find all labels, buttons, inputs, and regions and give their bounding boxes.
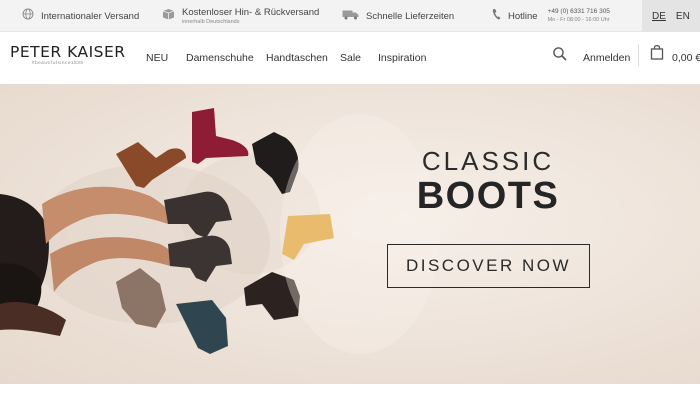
service-free-returns-sub: innerhalb Deutschlands <box>182 19 240 25</box>
hotline[interactable]: Hotline +49 (0) 6331 716 305 Mo - Fr 08:… <box>492 0 610 32</box>
nav-item-handtaschen[interactable]: Handtaschen <box>266 32 328 84</box>
service-international-label: Internationaler Versand <box>41 10 140 22</box>
globe-icon <box>22 7 34 25</box>
search-icon[interactable] <box>552 46 568 62</box>
main-header: PETER KAISER #beautifulsince1838 NEU Dam… <box>0 32 700 84</box>
hero-banner[interactable]: CLASSIC BOOTS DISCOVER NOW <box>0 84 700 384</box>
truck-icon <box>342 7 359 25</box>
lang-de[interactable]: DE <box>652 11 666 22</box>
service-free-returns-label: Kostenloser Hin- & Rückversand <box>182 7 320 18</box>
service-fast-delivery: Schnelle Lieferzeiten <box>342 0 454 32</box>
hotline-number[interactable]: +49 (0) 6331 716 305 <box>548 8 610 15</box>
hero-headline-line2: BOOTS <box>416 175 560 217</box>
shopping-bag-icon[interactable] <box>650 44 664 60</box>
service-bar: Internationaler Versand Kostenloser Hin-… <box>0 0 700 32</box>
package-icon <box>162 7 175 25</box>
login-link[interactable]: Anmelden <box>583 32 630 84</box>
nav-item-damenschuhe[interactable]: Damenschuhe <box>186 32 254 84</box>
nav-item-inspiration[interactable]: Inspiration <box>378 32 426 84</box>
logo[interactable]: PETER KAISER <box>10 43 126 61</box>
discover-now-button[interactable]: DISCOVER NOW <box>387 244 590 288</box>
hotline-hours: Mo - Fr 08:00 - 16:00 Uhr <box>547 17 610 23</box>
lang-en[interactable]: EN <box>676 11 690 22</box>
phone-icon <box>492 7 501 25</box>
header-divider <box>638 44 639 66</box>
hero-boots-photo <box>0 108 440 354</box>
hotline-label: Hotline <box>508 10 538 22</box>
page-below-fold <box>0 384 700 400</box>
cart-total[interactable]: 0,00 € <box>672 32 700 84</box>
language-switcher: DE EN F <box>642 0 700 32</box>
logo-tagline: #beautifulsince1838 <box>32 60 84 65</box>
hero-headline: CLASSIC BOOTS <box>386 146 590 216</box>
service-free-returns: Kostenloser Hin- & Rückversand innerhalb… <box>162 0 319 32</box>
service-international-shipping: Internationaler Versand <box>22 0 139 32</box>
nav-item-sale[interactable]: Sale <box>340 32 361 84</box>
nav-item-neu[interactable]: NEU <box>146 32 168 84</box>
service-fast-delivery-label: Schnelle Lieferzeiten <box>366 10 455 22</box>
hero-headline-line1: CLASSIC <box>421 146 555 176</box>
